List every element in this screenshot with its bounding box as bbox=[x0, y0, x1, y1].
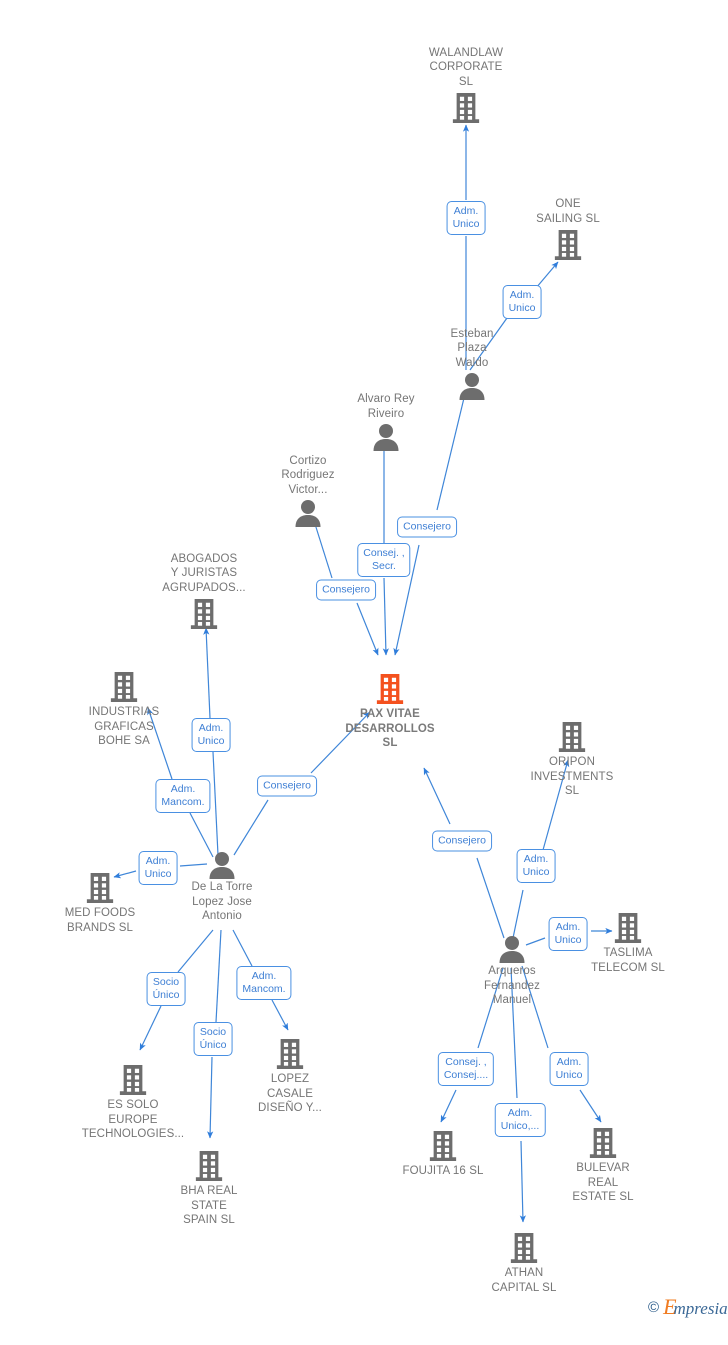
company-node-walandlaw[interactable]: WALANDLAW CORPORATE SL bbox=[406, 46, 526, 126]
company-node-foujita[interactable]: FOUJITA 16 SL bbox=[383, 1129, 503, 1179]
building-icon bbox=[73, 1063, 193, 1097]
building-icon bbox=[464, 1231, 584, 1265]
edge-label-delatorre-to-abogados[interactable]: Adm. Unico bbox=[191, 718, 231, 752]
edge-label-esteban-to-onesailing[interactable]: Adm. Unico bbox=[502, 285, 542, 319]
building-icon bbox=[543, 1126, 663, 1160]
edge-label-arqueros-to-taslima[interactable]: Adm. Unico bbox=[548, 917, 588, 951]
edge-label-esteban-to-paxvitae[interactable]: Consejero bbox=[397, 516, 457, 538]
node-label: Cortizo Rodriguez Victor... bbox=[281, 454, 335, 496]
person-node-alvaro[interactable]: Alvaro Rey Riveiro bbox=[326, 392, 446, 451]
edge-label-esteban-to-walandlaw[interactable]: Adm. Unico bbox=[446, 201, 486, 235]
node-label: Esteban Plaza Waldo bbox=[450, 327, 494, 369]
edge-line bbox=[139, 1005, 162, 1051]
edge-line bbox=[356, 602, 379, 656]
edge-label-arqueros-to-bulevar[interactable]: Adm. Unico bbox=[549, 1052, 589, 1086]
company-node-bulevar[interactable]: BULEVAR REAL ESTATE SL bbox=[543, 1126, 663, 1205]
person-icon bbox=[162, 851, 282, 879]
node-label: ABOGADOS Y JURISTAS AGRUPADOS... bbox=[162, 552, 246, 594]
building-icon bbox=[512, 720, 632, 754]
node-label: FOUJITA 16 SL bbox=[402, 1165, 484, 1177]
building-icon bbox=[406, 91, 526, 125]
edge-line bbox=[314, 523, 333, 579]
node-label: PAX VITAE DESARROLLOS SL bbox=[345, 708, 435, 749]
company-node-lopezcasale[interactable]: LOPEZ CASALE DISEÑO Y... bbox=[230, 1037, 350, 1116]
edge-line bbox=[207, 1056, 214, 1139]
edge-label-delatorre-to-lopezcasale[interactable]: Adm. Mancom. bbox=[236, 966, 292, 1000]
brand-name: mpresia bbox=[673, 1299, 728, 1318]
node-label: LOPEZ CASALE DISEÑO Y... bbox=[258, 1073, 322, 1114]
edge-line bbox=[519, 1140, 526, 1223]
edge-line bbox=[476, 857, 505, 939]
node-label: ES SOLO EUROPE TECHNOLOGIES... bbox=[81, 1099, 185, 1140]
company-node-bha[interactable]: BHA REAL STATE SPAIN SL bbox=[149, 1149, 269, 1228]
building-icon bbox=[64, 670, 184, 704]
edge-line bbox=[232, 929, 253, 967]
edge-line bbox=[423, 767, 451, 825]
edge-line bbox=[203, 627, 211, 719]
company-node-oripon[interactable]: ORIPON INVESTMENTS SL bbox=[512, 720, 632, 799]
edge-label-arqueros-to-foujita[interactable]: Consej. , Consej.... bbox=[437, 1052, 495, 1086]
edge-line bbox=[177, 929, 214, 973]
edge-line bbox=[233, 799, 269, 856]
node-label: BULEVAR REAL ESTATE SL bbox=[572, 1162, 634, 1203]
node-label: MED FOODS BRANDS SL bbox=[64, 907, 136, 934]
edge-label-alvaro-to-paxvitae[interactable]: Consej. , Secr. bbox=[357, 543, 411, 577]
edge-label-arqueros-to-paxvitae[interactable]: Consejero bbox=[432, 830, 492, 852]
building-icon bbox=[230, 1037, 350, 1071]
node-label: De La Torre Lopez Jose Antonio bbox=[191, 881, 253, 922]
company-node-paxvitae[interactable]: PAX VITAE DESARROLLOS SL bbox=[330, 672, 450, 751]
node-label: INDUSTRIAS GRAFICAS BOHE SA bbox=[88, 706, 160, 747]
company-node-abogados[interactable]: ABOGADOS Y JURISTAS AGRUPADOS... bbox=[144, 552, 264, 632]
node-label: ORIPON INVESTMENTS SL bbox=[530, 756, 614, 797]
edge-line bbox=[215, 929, 222, 1023]
person-node-delatorre[interactable]: De La Torre Lopez Jose Antonio bbox=[162, 851, 282, 924]
edge-label-delatorre-to-medfoods[interactable]: Adm. Unico bbox=[138, 851, 178, 885]
company-node-athan[interactable]: ATHAN CAPITAL SL bbox=[464, 1231, 584, 1295]
node-label: ONE SAILING SL bbox=[536, 198, 600, 225]
company-node-onesailing[interactable]: ONE SAILING SL bbox=[508, 197, 628, 262]
person-icon bbox=[248, 499, 368, 527]
edge-label-delatorre-to-paxvitae[interactable]: Consejero bbox=[257, 775, 317, 797]
edge-line bbox=[271, 999, 289, 1031]
edge-line bbox=[512, 889, 524, 939]
building-icon bbox=[508, 228, 628, 262]
company-node-industrias[interactable]: INDUSTRIAS GRAFICAS BOHE SA bbox=[64, 670, 184, 749]
edge-label-arqueros-to-oripon[interactable]: Adm. Unico bbox=[516, 849, 556, 883]
edge-line bbox=[440, 1089, 457, 1123]
building-icon bbox=[383, 1129, 503, 1163]
building-icon bbox=[144, 597, 264, 631]
edge-label-arqueros-to-athan[interactable]: Adm. Unico,... bbox=[494, 1103, 546, 1137]
edge-label-delatorre-to-industrias[interactable]: Adm. Mancom. bbox=[155, 779, 211, 813]
person-node-esteban[interactable]: Esteban Plaza Waldo bbox=[412, 327, 532, 400]
empresia-watermark: © Empresia bbox=[648, 1296, 728, 1319]
edge-line bbox=[382, 577, 389, 656]
building-icon bbox=[149, 1149, 269, 1183]
node-label: Arqueros Fernandez Manuel bbox=[484, 965, 540, 1006]
node-label: Alvaro Rey Riveiro bbox=[357, 393, 415, 420]
network-diagram-canvas: WALANDLAW CORPORATE SL ONE SAILING SL Este… bbox=[0, 0, 728, 1345]
node-label: WALANDLAW CORPORATE SL bbox=[428, 46, 504, 88]
company-node-essolo[interactable]: ES SOLO EUROPE TECHNOLOGIES... bbox=[73, 1063, 193, 1142]
person-icon bbox=[326, 423, 446, 451]
edge-label-delatorre-to-essolo[interactable]: Socio Único bbox=[146, 972, 186, 1006]
node-label: TASLIMA TELECOM SL bbox=[591, 947, 665, 974]
edge-label-delatorre-to-bha[interactable]: Socio Único bbox=[193, 1022, 233, 1056]
edge-line bbox=[212, 751, 219, 856]
edge-line bbox=[579, 1089, 602, 1123]
building-icon bbox=[330, 672, 450, 706]
edge-line bbox=[535, 261, 559, 289]
copyright-icon: © bbox=[648, 1299, 660, 1316]
person-node-cortizo[interactable]: Cortizo Rodriguez Victor... bbox=[248, 454, 368, 527]
node-label: ATHAN CAPITAL SL bbox=[491, 1267, 557, 1294]
edge-label-cortizo-to-paxvitae[interactable]: Consejero bbox=[316, 579, 376, 601]
node-label: BHA REAL STATE SPAIN SL bbox=[180, 1185, 238, 1226]
